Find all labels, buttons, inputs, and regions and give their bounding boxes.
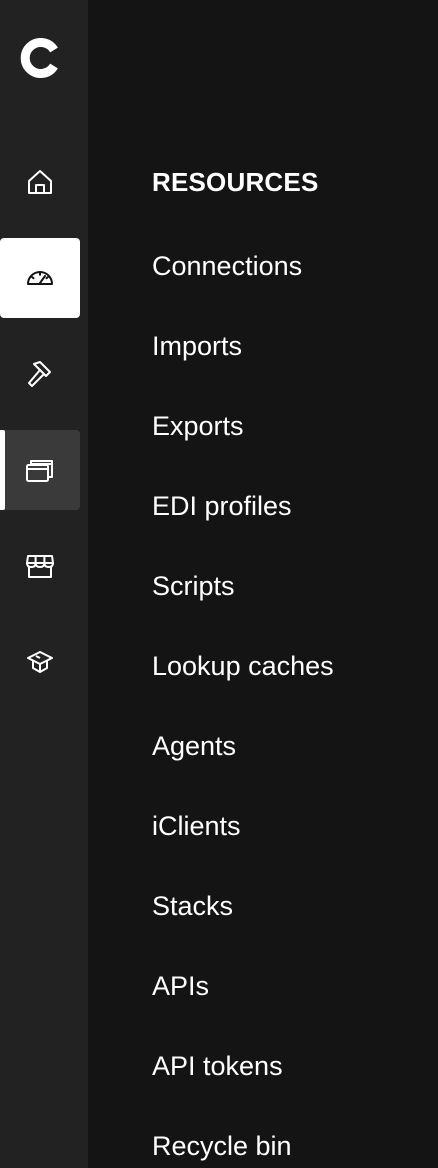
rail-university-button[interactable] — [0, 622, 80, 702]
menu-item-connections[interactable]: Connections — [152, 248, 302, 284]
home-icon — [25, 167, 55, 197]
navigation-panel: RESOURCES Connections Imports Exports ED… — [0, 0, 438, 1168]
menu-item-lookup-caches[interactable]: Lookup caches — [152, 648, 334, 684]
menu-item-recycle-bin[interactable]: Recycle bin — [152, 1128, 292, 1164]
rail-dashboard-button[interactable] — [0, 238, 80, 318]
menu-item-stacks[interactable]: Stacks — [152, 888, 233, 924]
graduation-cap-icon — [25, 647, 55, 677]
menu-item-imports[interactable]: Imports — [152, 328, 242, 364]
menu-item-scripts[interactable]: Scripts — [152, 568, 235, 604]
rail-marketplace-button[interactable] — [0, 526, 80, 606]
menu-item-agents[interactable]: Agents — [152, 728, 236, 764]
menu-heading: RESOURCES — [152, 167, 319, 197]
marketplace-store-icon — [24, 550, 56, 582]
menu-item-apis[interactable]: APIs — [152, 968, 209, 1004]
resources-menu: RESOURCES Connections Imports Exports ED… — [88, 0, 438, 1168]
menu-item-edi-profiles[interactable]: EDI profiles — [152, 488, 292, 524]
resources-stack-icon — [24, 454, 56, 486]
rail-tools-button[interactable] — [0, 334, 80, 414]
hammer-tools-icon — [24, 358, 56, 390]
celigo-logo-icon[interactable] — [20, 38, 60, 78]
icon-rail — [0, 0, 88, 1168]
menu-item-exports[interactable]: Exports — [152, 408, 244, 444]
rail-resources-button[interactable] — [0, 430, 80, 510]
dashboard-gauge-icon — [25, 263, 55, 293]
rail-home-button[interactable] — [0, 142, 80, 222]
menu-item-iclients[interactable]: iClients — [152, 808, 241, 844]
menu-item-api-tokens[interactable]: API tokens — [152, 1048, 283, 1084]
